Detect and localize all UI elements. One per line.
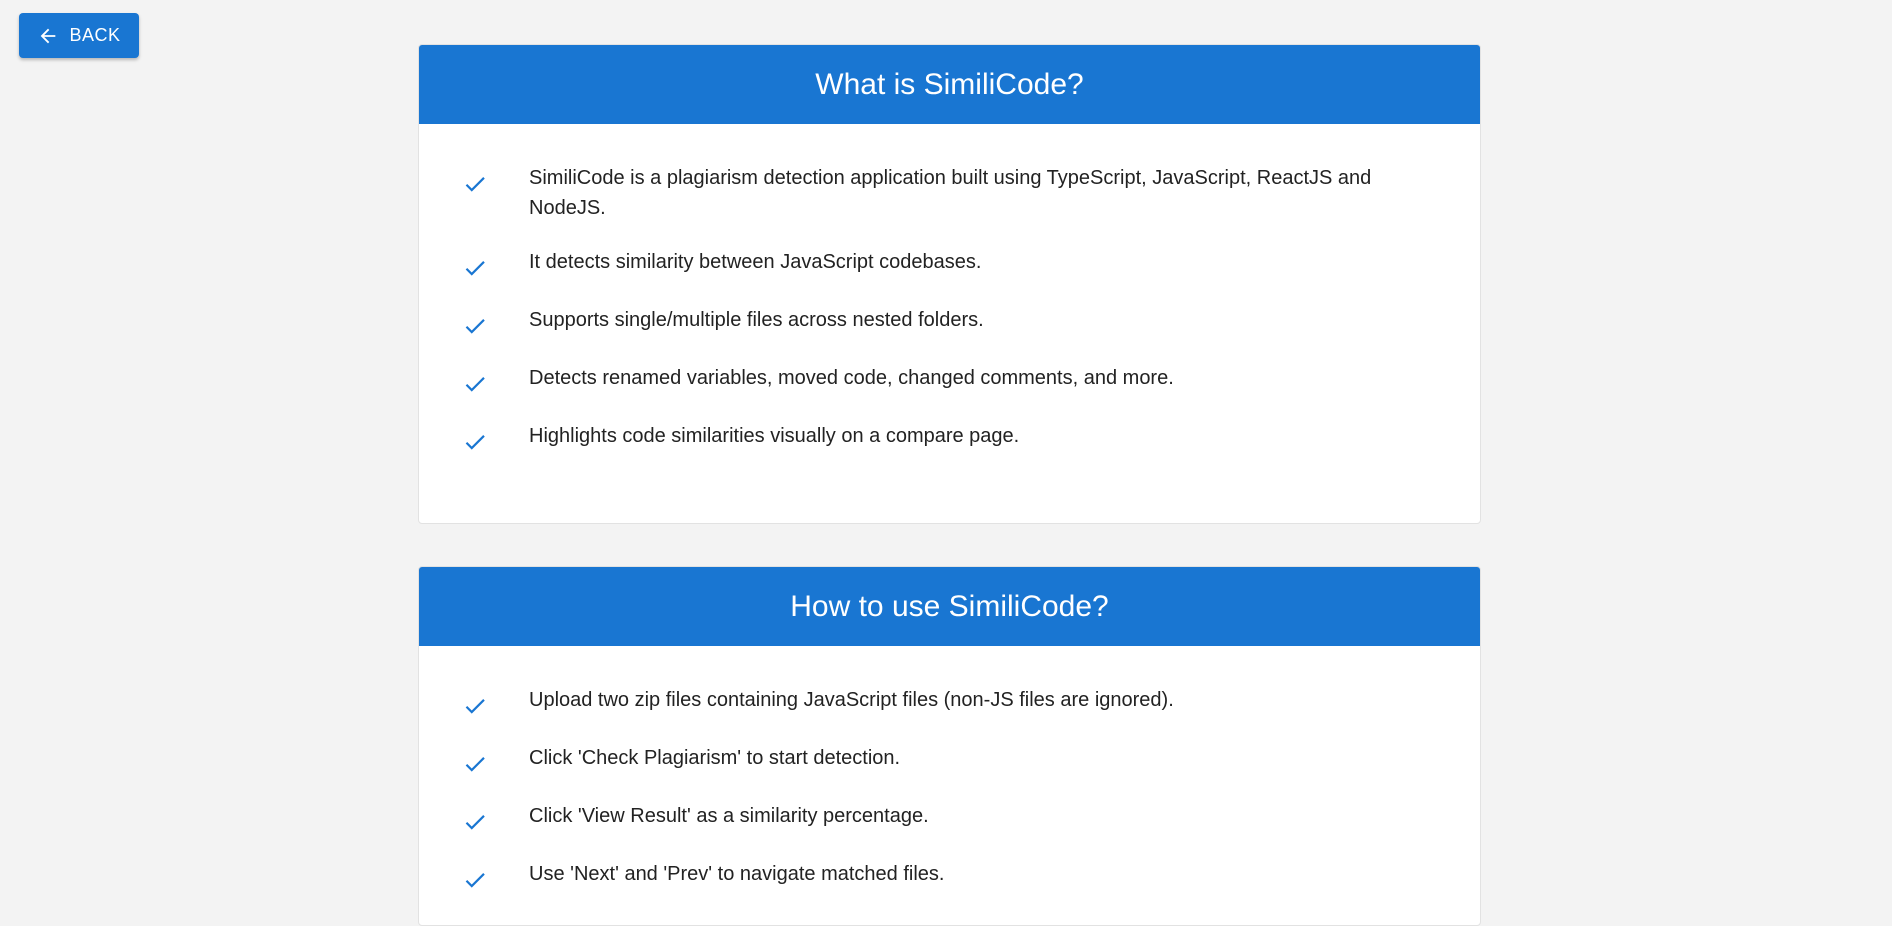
what-is-card-title: What is SimiliCode? [419,45,1480,124]
how-to-use-list: Upload two zip files containing JavaScri… [419,646,1480,905]
check-icon [462,371,488,397]
list-item: Use 'Next' and 'Prev' to navigate matche… [419,847,1480,905]
list-item: SimiliCode is a plagiarism detection app… [419,151,1480,235]
check-icon [462,171,488,197]
list-item: Click 'Check Plagiarism' to start detect… [419,731,1480,789]
check-icon [462,867,488,893]
list-item-text: Detects renamed variables, moved code, c… [529,367,1174,389]
check-icon [462,809,488,835]
list-item-text: SimiliCode is a plagiarism detection app… [529,167,1372,219]
arrow-left-icon [37,25,59,47]
list-item-text: Click 'Check Plagiarism' to start detect… [529,747,901,769]
list-item-text: Click 'View Result' as a similarity perc… [529,805,929,827]
list-item: Click 'View Result' as a similarity perc… [419,789,1480,847]
list-item: Supports single/multiple files across ne… [419,293,1480,351]
back-button-label: BACK [69,25,121,45]
what-is-list: SimiliCode is a plagiarism detection app… [419,124,1480,467]
check-icon [462,693,488,719]
what-is-card: What is SimiliCode? SimiliCode is a plag… [418,44,1481,524]
list-item: It detects similarity between JavaScript… [419,235,1480,293]
check-icon [462,429,488,455]
how-to-use-card: How to use SimiliCode? Upload two zip fi… [418,566,1481,926]
list-item: Detects renamed variables, moved code, c… [419,351,1480,409]
check-icon [462,751,488,777]
list-item: Upload two zip files containing JavaScri… [419,673,1480,731]
how-to-use-card-title: How to use SimiliCode? [419,567,1480,646]
list-item-text: Upload two zip files containing JavaScri… [529,689,1174,711]
list-item-text: Highlights code similarities visually on… [529,425,1020,447]
check-icon [462,313,488,339]
list-item-text: Supports single/multiple files across ne… [529,309,984,331]
list-item-text: Use 'Next' and 'Prev' to navigate matche… [529,863,945,885]
list-item: Highlights code similarities visually on… [419,409,1480,467]
back-button[interactable]: BACK [19,13,139,58]
check-icon [462,255,488,281]
list-item-text: It detects similarity between JavaScript… [529,251,982,273]
